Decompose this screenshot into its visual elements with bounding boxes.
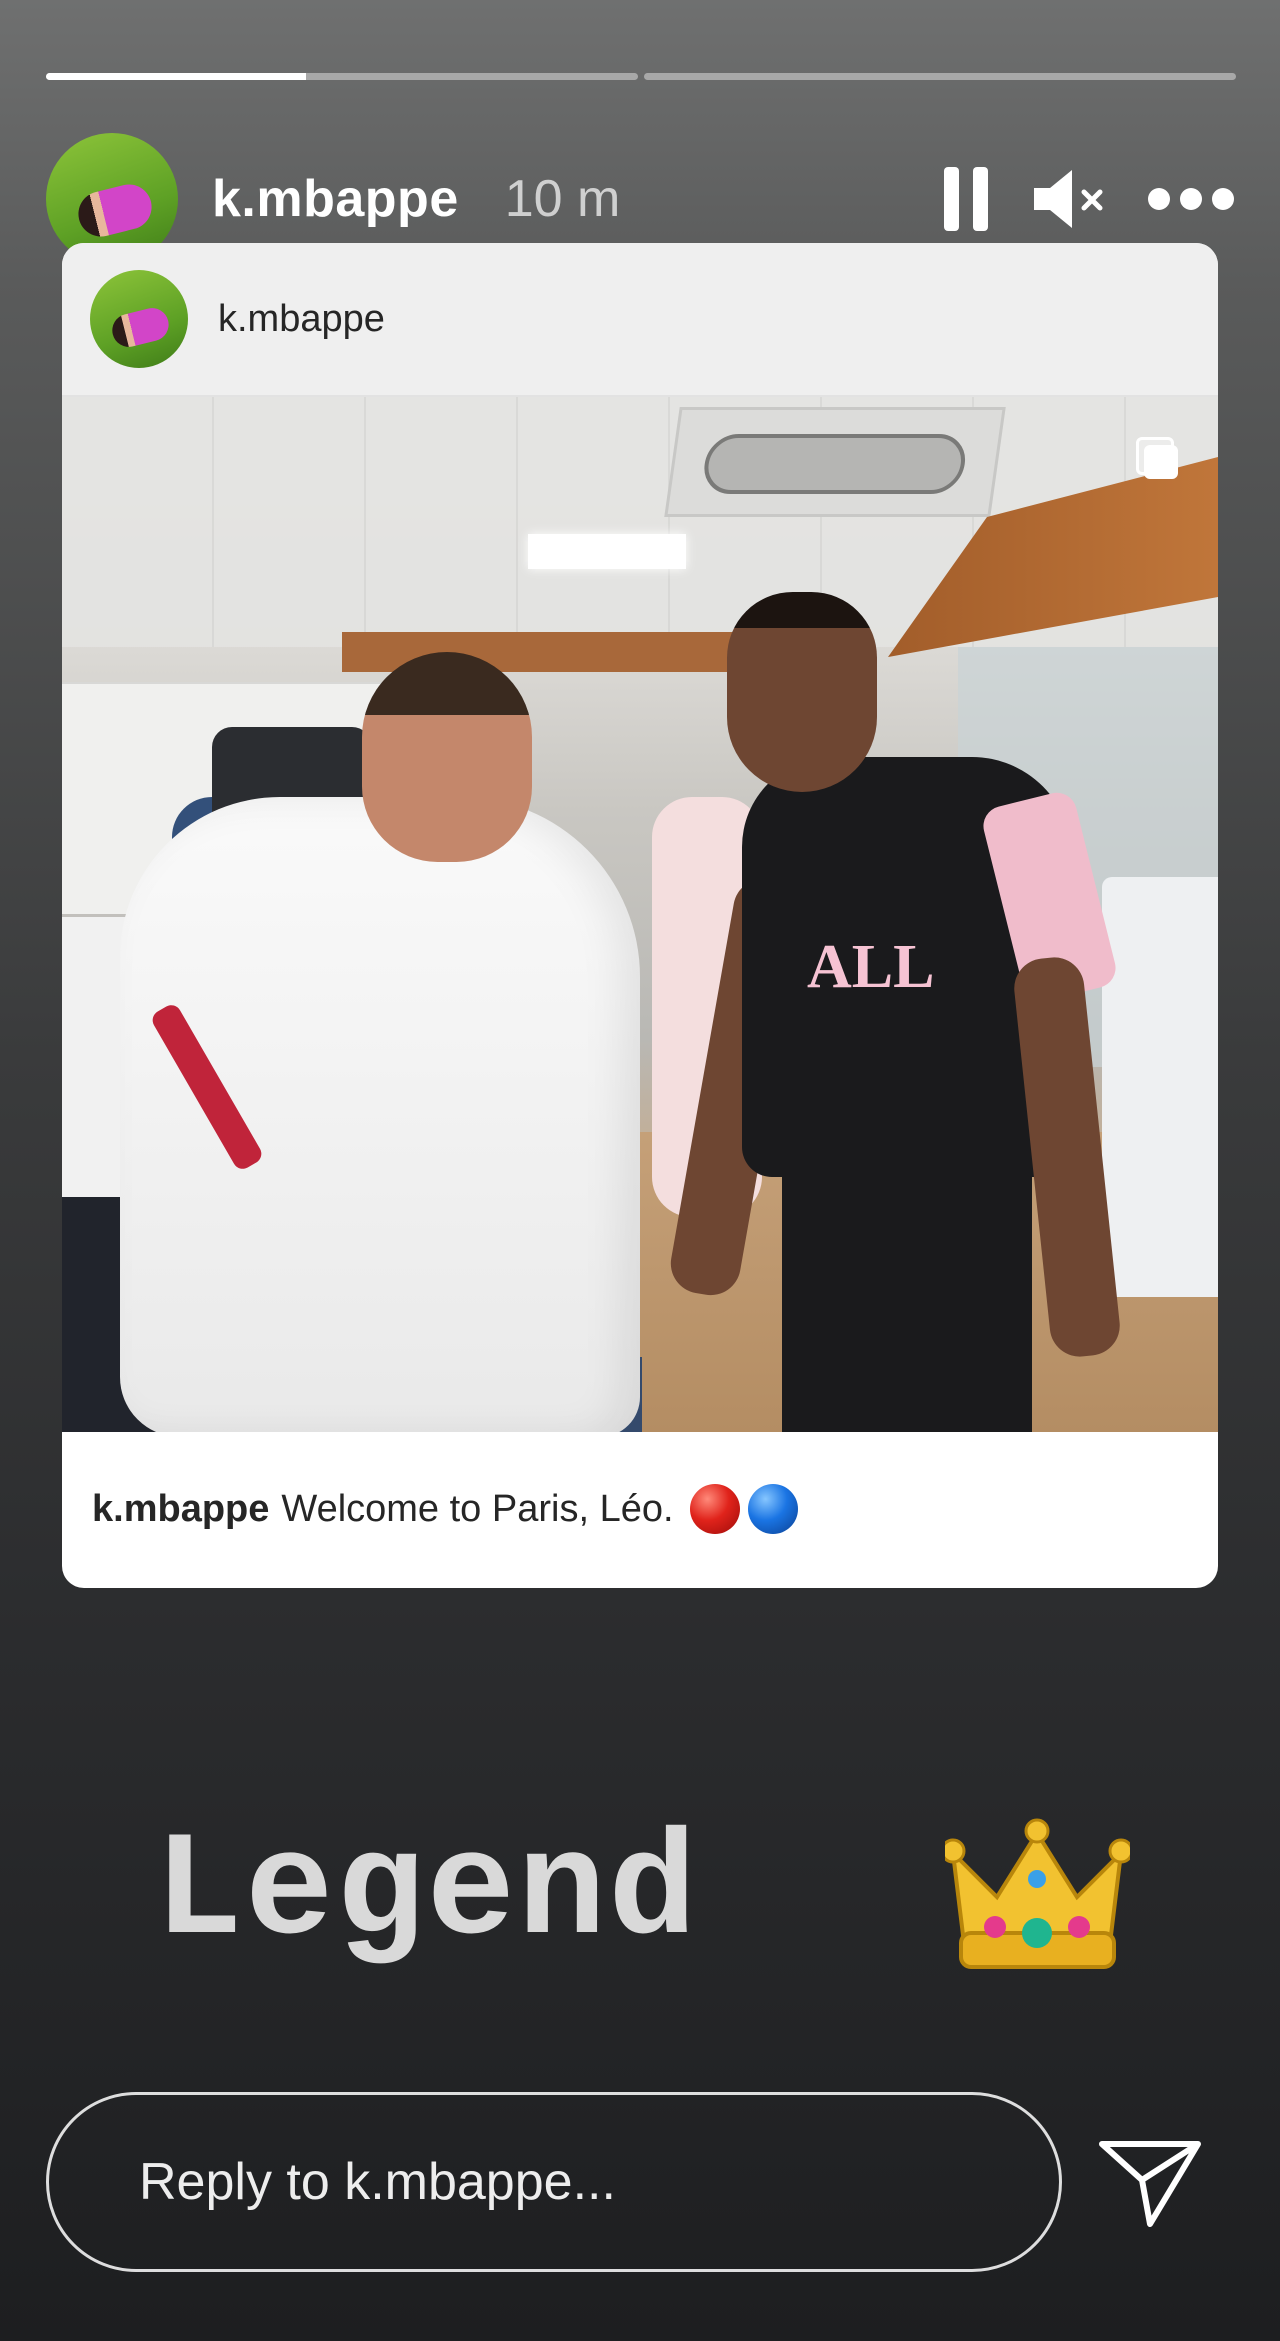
- shared-post-photo[interactable]: ALL: [62, 397, 1218, 1432]
- shared-post-header: k.mbappe: [62, 243, 1218, 397]
- blue-circle-icon: [747, 1484, 798, 1534]
- send-icon[interactable]: [1096, 2132, 1204, 2232]
- legend-text: Legend: [154, 1810, 699, 1977]
- more-horizontal-icon[interactable]: [1148, 188, 1234, 210]
- progress-segment: [46, 73, 638, 80]
- reply-bar: [46, 2092, 1062, 2272]
- caption-text: Welcome to Paris, Léo.: [281, 1487, 674, 1530]
- reply-input[interactable]: [137, 2151, 1021, 2213]
- header-actions: [944, 166, 1234, 232]
- story-username[interactable]: k.mbappe: [212, 169, 459, 229]
- shared-post-caption: k.mbappe Welcome to Paris, Léo.: [62, 1432, 1218, 1534]
- jersey-text: ALL: [807, 933, 935, 1001]
- shared-post-username[interactable]: k.mbappe: [218, 298, 385, 341]
- progress-segment: [644, 73, 1236, 80]
- shared-post-avatar[interactable]: [90, 270, 188, 368]
- story-time: 10 m: [504, 170, 621, 228]
- volume-muted-icon[interactable]: [1032, 166, 1104, 232]
- carousel-icon: [1136, 437, 1178, 479]
- caption-username[interactable]: k.mbappe: [92, 1488, 269, 1531]
- red-circle-icon: [689, 1484, 740, 1534]
- pause-icon[interactable]: [944, 167, 988, 231]
- crown-emoji: [945, 1818, 1130, 1969]
- story-progress: [46, 73, 1236, 80]
- shared-post-card[interactable]: k.mbappe ALL k.mbappe Welcome to Paris, …: [62, 243, 1218, 1588]
